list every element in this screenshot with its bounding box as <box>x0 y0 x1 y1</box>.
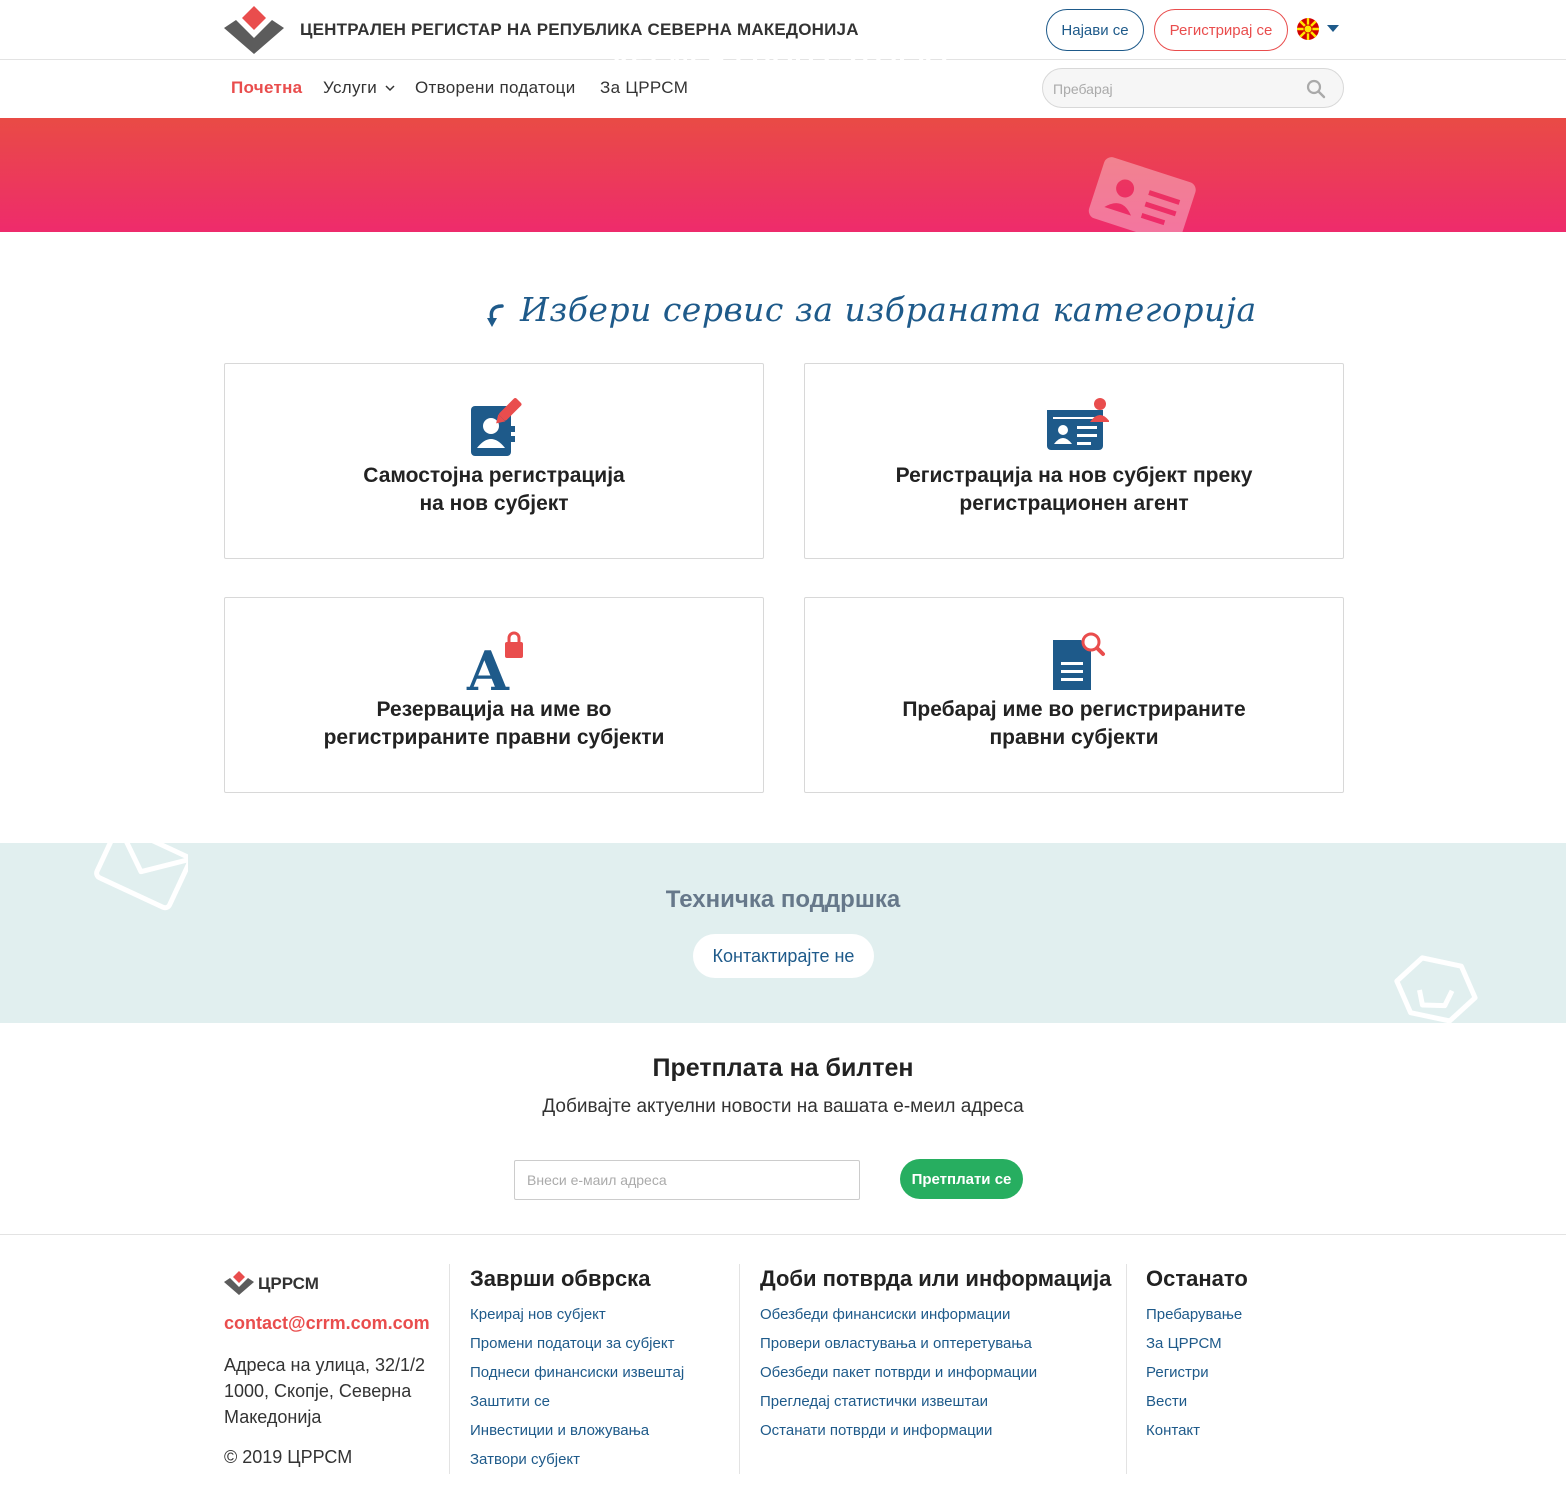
nav-item-open-data[interactable]: Отворени податоци <box>415 78 576 98</box>
footer-link[interactable]: За ЦРРСМ <box>1146 1335 1222 1352</box>
envelope-decoration-icon <box>1394 955 1478 1023</box>
service-card-title: Пребарај име во регистрираните правни су… <box>825 696 1323 752</box>
curved-arrow-down-icon <box>487 304 504 327</box>
footer-address-line: Македонија <box>224 1407 322 1427</box>
footer-column-title: Доби потврда или информација <box>760 1266 1112 1291</box>
footer-column-divider <box>739 1264 740 1474</box>
nav-item-services-label: Услуги <box>323 78 378 97</box>
footer-column-title: Останато <box>1146 1266 1248 1291</box>
organization-title[interactable]: ЦЕНТРАЛЕН РЕГИСТАР НА РЕПУБЛИКА СЕВЕРНА … <box>300 20 859 40</box>
footer-link[interactable]: Останати потврди и информации <box>760 1422 992 1439</box>
footer-link[interactable]: Контакт <box>1146 1422 1200 1439</box>
nav-item-about[interactable]: За ЦРРСМ <box>600 78 688 98</box>
search-icon[interactable] <box>1306 79 1326 99</box>
footer-link[interactable]: Поднеси финансиски извештај <box>470 1364 684 1381</box>
id-card-decoration-icon <box>1088 157 1196 232</box>
nav-item-home[interactable]: Почетна <box>231 78 302 98</box>
footer-email-link[interactable]: contact@crrm.com.com <box>224 1313 430 1334</box>
service-card-title-line: на нов субјект <box>419 492 569 515</box>
nav-item-services[interactable]: Услуги <box>323 78 396 98</box>
support-title: Техничка поддршка <box>665 886 901 913</box>
footer-link[interactable]: Обезбеди пакет потврди и информации <box>760 1364 1037 1381</box>
footer-divider <box>0 1234 1566 1235</box>
service-card-title-line: правни субјекти <box>989 726 1159 749</box>
chevron-down-icon <box>385 85 395 92</box>
footer-link[interactable]: Пребарување <box>1146 1306 1242 1323</box>
footer-copyright: © 2019 ЦРРСМ <box>224 1447 353 1467</box>
footer-address-line: Адреса на улица, 32/1/2 <box>224 1355 426 1375</box>
footer-column-divider <box>1126 1264 1127 1474</box>
page-title: КРЕИРАЈ НОВ СУБЈЕКТ <box>612 41 954 72</box>
service-card-title: Регистрација на нов субјект преку регист… <box>825 462 1323 518</box>
mk-flag-icon[interactable] <box>1297 18 1319 40</box>
search-box <box>1042 68 1344 108</box>
service-card-title: Резервација на име во регистрираните пра… <box>245 696 743 752</box>
search-input[interactable] <box>1053 77 1293 101</box>
technical-support-section <box>0 843 1566 1023</box>
newsletter-email-field[interactable] <box>514 1160 860 1200</box>
contact-us-button[interactable]: Контактирајте не <box>693 934 874 978</box>
service-card-title-line: регистрираните правни субјекти <box>323 726 665 749</box>
footer-link[interactable]: Вести <box>1146 1393 1187 1410</box>
newsletter-subtitle: Добивајте актуелни новости на вашата е-м… <box>542 1096 1024 1117</box>
name-search-icon <box>1053 632 1105 690</box>
service-card-agent-registration[interactable]: Регистрација на нов субјект преку регист… <box>804 363 1344 559</box>
footer-address-line: 1000, Скопје, Северна <box>224 1381 412 1401</box>
service-card-title: Самостојна регистрација на нов субјект <box>245 462 743 518</box>
service-card-title-line: регистрационен агент <box>959 492 1189 515</box>
footer-link[interactable]: Провери овластувања и оптеретувања <box>760 1335 1032 1352</box>
service-card-name-reservation[interactable]: A Резервација на име во регистрираните п… <box>224 597 764 793</box>
footer-link[interactable]: Регистри <box>1146 1364 1209 1381</box>
footer-link[interactable]: Инвестиции и вложувања <box>470 1422 649 1439</box>
service-card-title-line: Резервација на име во <box>376 698 612 721</box>
name-reservation-icon: A <box>466 631 523 694</box>
footer-column-divider <box>449 1264 450 1474</box>
footer-link[interactable]: Заштити се <box>470 1393 550 1410</box>
subscribe-button[interactable]: Претплати се <box>900 1159 1023 1199</box>
service-card-title-line: Пребарај име во регистрираните <box>902 698 1246 721</box>
service-card-name-search[interactable]: Пребарај име во регистрираните правни су… <box>804 597 1344 793</box>
footer-link[interactable]: Обезбеди финансиски информации <box>760 1306 1010 1323</box>
footer-link[interactable]: Затвори субјект <box>470 1451 580 1468</box>
agent-registration-icon <box>1047 398 1109 450</box>
footer-brand: ЦРРСМ <box>258 1274 319 1293</box>
page-banner <box>0 118 1566 232</box>
svg-text:A: A <box>466 639 510 694</box>
category-heading: Избери сервис за избраната категорија <box>520 290 1257 329</box>
footer-link[interactable]: Прегледај статистички извештаи <box>760 1393 988 1410</box>
self-registration-icon <box>471 398 522 456</box>
footer-link[interactable]: Промени податоци за субјект <box>470 1335 674 1352</box>
footer-column-title: Заврши обврска <box>470 1266 651 1291</box>
newsletter-title: Претплата на билтен <box>652 1054 914 1082</box>
service-card-title-line: Самостојна регистрација <box>363 464 625 487</box>
footer-link[interactable]: Креирај нов субјект <box>470 1306 606 1323</box>
crrm-logo-icon <box>224 1271 254 1295</box>
language-dropdown-caret-icon[interactable] <box>1327 25 1339 32</box>
service-card-title-line: Регистрација на нов субјект преку <box>895 464 1253 487</box>
service-card-self-registration[interactable]: Самостојна регистрација на нов субјект <box>224 363 764 559</box>
